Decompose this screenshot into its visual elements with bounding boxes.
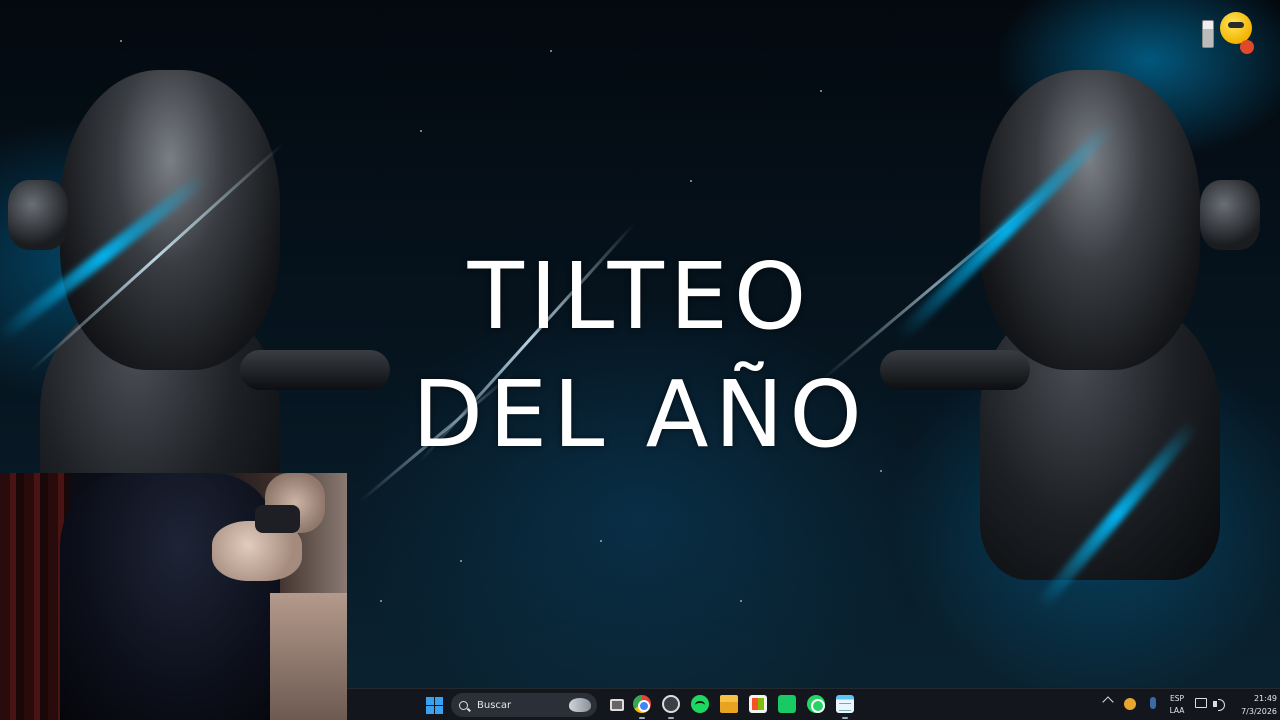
search-box[interactable]: Buscar <box>451 693 597 717</box>
battery-icon <box>1202 20 1214 48</box>
taskbar: Buscar ESP LAA 21:49 7/3/2026 <box>347 688 1280 720</box>
task-view-button[interactable] <box>604 693 630 717</box>
start-button[interactable] <box>421 693 447 717</box>
clock-time: 21:49 <box>1253 694 1277 703</box>
keyboard-layout: LAA <box>1169 706 1185 715</box>
title-line-2: DEL AÑO <box>412 361 868 468</box>
search-highlight-icon <box>569 698 591 712</box>
obs-active-indicator <box>668 717 674 719</box>
search-icon <box>459 700 468 710</box>
network-icon[interactable] <box>1195 698 1207 708</box>
windows-icon <box>425 696 443 714</box>
mic-icon[interactable] <box>1150 697 1156 709</box>
obs-icon[interactable] <box>662 695 680 713</box>
notepad-active-indicator <box>842 717 848 719</box>
tray-app-icon[interactable] <box>1124 698 1136 710</box>
desktop-widget[interactable] <box>1196 10 1266 58</box>
search-label: Buscar <box>477 699 512 711</box>
chrome-active-indicator <box>639 717 645 719</box>
clock[interactable]: 21:49 7/3/2026 <box>1227 692 1277 718</box>
language-indicator[interactable]: ESP LAA <box>1164 693 1190 717</box>
title-line-1: TILTEO <box>467 243 813 350</box>
language-code: ESP <box>1169 694 1185 703</box>
green-app-icon[interactable] <box>778 695 796 713</box>
spotify-icon[interactable] <box>691 695 709 713</box>
task-view-icon <box>610 699 624 711</box>
volume-icon[interactable] <box>1213 698 1227 711</box>
wallpaper-title: TILTEO DEL AÑO <box>0 238 1280 474</box>
notepad-icon[interactable] <box>836 695 854 713</box>
store-icon[interactable] <box>749 695 767 713</box>
chrome-icon[interactable] <box>633 695 651 713</box>
clock-date: 7/3/2026 <box>1241 707 1277 716</box>
chevron-up-icon[interactable] <box>1102 696 1114 708</box>
mic-badge-icon <box>1240 40 1254 54</box>
webcam-overlay <box>0 473 347 720</box>
whatsapp-icon[interactable] <box>807 695 825 713</box>
folder-icon[interactable] <box>720 695 738 713</box>
